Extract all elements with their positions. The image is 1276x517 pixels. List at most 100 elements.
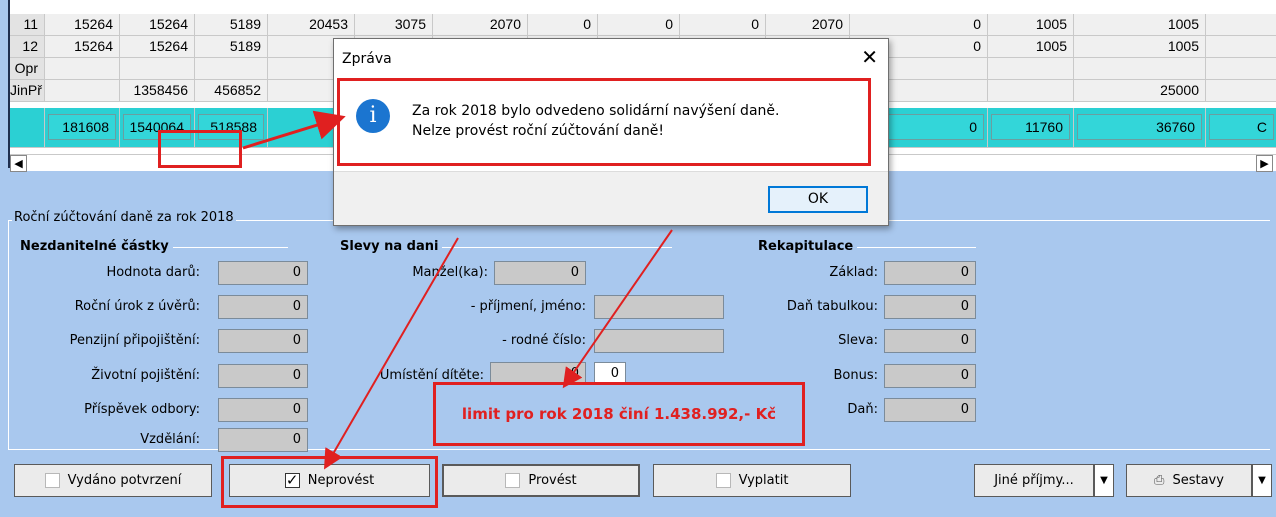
table-cell[interactable]: 25000 [1074,80,1206,102]
button-label: Vydáno potvrzení [67,473,182,488]
ok-button[interactable]: OK [768,186,868,213]
tax-field[interactable]: 0 [884,398,976,422]
table-cell[interactable] [1206,80,1276,102]
checkbox-icon [44,473,60,488]
chevron-down-icon[interactable]: ▼ [1252,464,1272,497]
button-label: Provést [528,473,577,488]
table-cell[interactable] [120,58,195,80]
row-header: 12 [10,36,45,58]
education-field[interactable]: 0 [218,428,308,452]
table-cell[interactable] [988,58,1074,80]
table-cell[interactable]: 5189 [195,14,268,36]
pension-field[interactable]: 0 [218,329,308,353]
row-header: 11 [10,14,45,36]
button-label: Vyplatit [738,473,789,488]
limit-note: limit pro rok 2018 činí 1.438.992,- Kč [433,382,805,446]
highlight-box [337,78,871,166]
table-cell[interactable] [1206,36,1276,58]
total-value: 181608 [48,114,116,140]
tax-table-field[interactable]: 0 [884,295,976,319]
table-cell[interactable]: 15264 [45,36,120,58]
table-cell[interactable] [988,80,1074,102]
table-cell[interactable] [45,58,120,80]
table-cell[interactable]: 1005 [1074,14,1206,36]
surname-field[interactable] [594,295,724,319]
row-header [10,108,45,148]
checkbox-icon [505,473,521,488]
table-cell[interactable]: 3075 [355,14,433,36]
reports-button[interactable]: ⎙ Sestavy [1126,464,1252,497]
base-field[interactable]: 0 [884,261,976,285]
field-label: Základ: [829,265,878,280]
bonus-field[interactable]: 0 [884,364,976,388]
gift-value-field[interactable]: 0 [218,261,308,285]
table-cell[interactable] [1206,58,1276,80]
field-label: Roční úrok z úvěrů: [74,299,200,314]
scroll-left-icon[interactable]: ◀ [10,155,27,172]
field-label: Manžel(ka): [412,265,488,280]
table-cell[interactable] [1206,14,1276,36]
table-cell[interactable]: 2070 [766,14,850,36]
field-label: - příjmení, jméno: [470,299,586,314]
field-label: Životní pojištění: [91,368,200,383]
table-cell[interactable]: 0 [680,14,766,36]
field-label: Hodnota darů: [106,265,200,280]
table-cell[interactable]: 11760 [988,108,1074,148]
group-title: Roční zúčtování daně za rok 2018 [12,210,236,225]
field-label: Daň tabulkou: [786,299,878,314]
table-cell[interactable]: 0 [598,14,680,36]
close-icon[interactable]: ✕ [861,45,878,69]
table-cell[interactable]: C [1206,108,1276,148]
table-cell[interactable]: 15264 [45,14,120,36]
table-cell[interactable]: 20453 [268,14,355,36]
pay-out-button[interactable]: Vyplatit [653,464,851,497]
field-label: Penzijní připojištění: [69,333,200,348]
total-value: 36760 [1077,114,1202,140]
issued-confirmation-button[interactable]: Vydáno potvrzení [14,464,212,497]
field-label: Vzdělání: [140,432,200,447]
section-heading: Nezdanitelné částky [20,239,173,254]
window-background: 11 15264 15264 5189 20453 3075 2070 0 0 … [0,0,1276,517]
spouse-field[interactable]: 0 [494,261,586,285]
row-header: Opr [10,58,45,80]
field-label: - rodné číslo: [502,333,586,348]
highlight-box [221,456,438,508]
total-value: C [1209,114,1274,140]
table-cell[interactable] [1074,58,1206,80]
union-fee-field[interactable]: 0 [218,398,308,422]
button-label: Jiné příjmy... [994,473,1074,488]
other-income-button[interactable]: Jiné příjmy... [974,464,1094,497]
loan-interest-field[interactable]: 0 [218,295,308,319]
table-cell[interactable]: 1005 [988,14,1074,36]
discount-field[interactable]: 0 [884,329,976,353]
table-cell[interactable]: 15264 [120,36,195,58]
table-cell[interactable]: 2070 [433,14,528,36]
table-cell[interactable]: 0 [528,14,598,36]
printer-icon: ⎙ [1154,473,1165,488]
table-cell[interactable]: 1005 [988,36,1074,58]
button-label: Sestavy [1172,473,1224,488]
section-heading: Slevy na dani [340,239,443,254]
table-cell[interactable]: 36760 [1074,108,1206,148]
table-cell[interactable]: 456852 [195,80,268,102]
highlight-box [158,130,242,168]
total-value: 11760 [991,114,1070,140]
dialog-footer: OK [334,171,888,225]
life-insurance-field[interactable]: 0 [218,364,308,388]
table-cell[interactable]: 181608 [45,108,120,148]
chevron-down-icon[interactable]: ▼ [1094,464,1114,497]
table-cell[interactable]: 1005 [1074,36,1206,58]
perform-button[interactable]: Provést [442,464,640,497]
field-label: Bonus: [833,368,878,383]
field-label: Sleva: [838,333,878,348]
table-cell[interactable]: 5189 [195,36,268,58]
dialog-title: Zpráva [342,51,392,67]
table-cell[interactable]: 15264 [120,14,195,36]
table-cell[interactable] [195,58,268,80]
scroll-right-icon[interactable]: ▶ [1256,155,1273,172]
table-cell[interactable]: 0 [850,14,988,36]
checkbox-icon [715,473,731,488]
table-cell[interactable] [45,80,120,102]
table-cell[interactable]: 1358456 [120,80,195,102]
birth-number-field[interactable] [594,329,724,353]
